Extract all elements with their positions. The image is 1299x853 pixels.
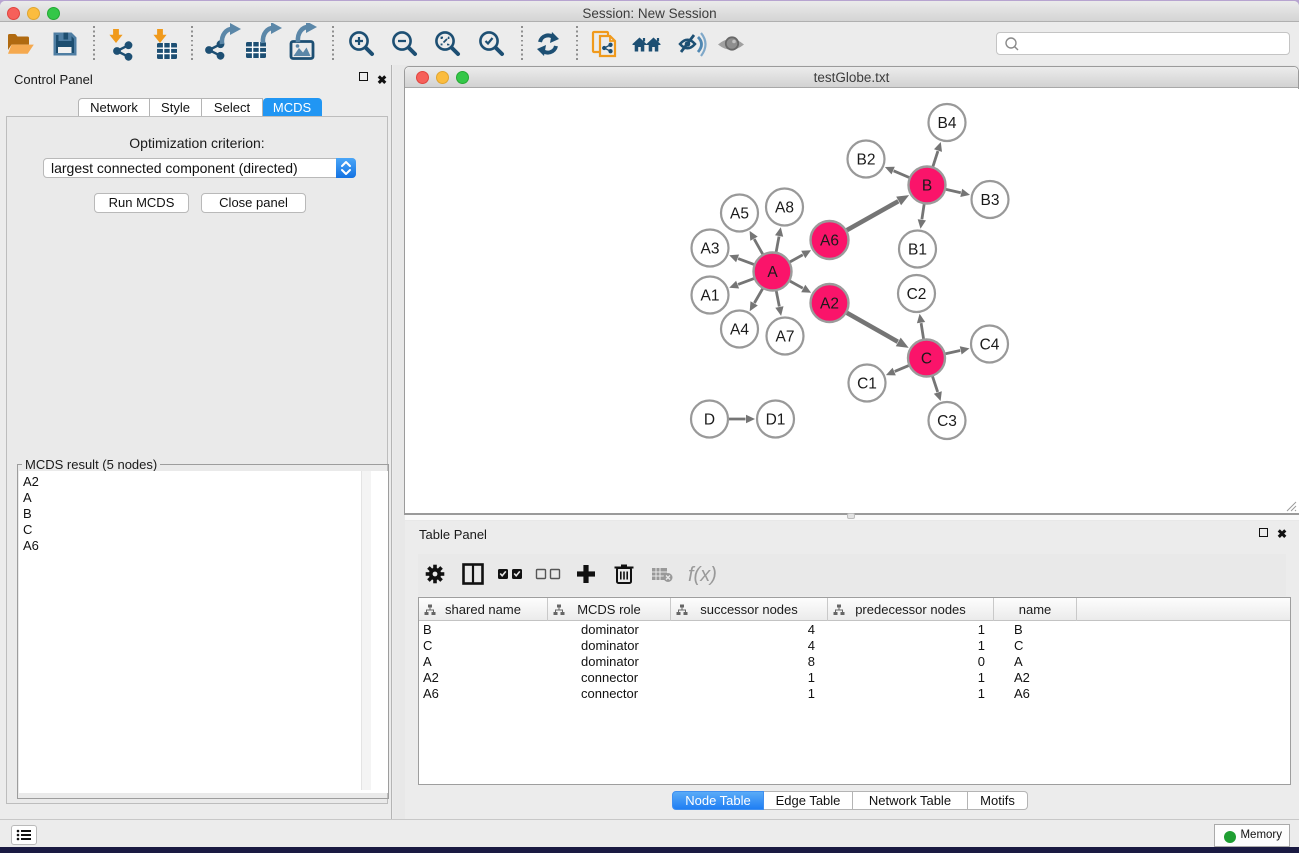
svg-text:A4: A4 [730, 322, 749, 339]
svg-text:A7: A7 [776, 329, 795, 346]
svg-text:A: A [767, 264, 778, 281]
svg-text:C1: C1 [857, 376, 877, 393]
svg-text:C4: C4 [980, 337, 1000, 354]
svg-text:D1: D1 [766, 412, 786, 429]
svg-text:C2: C2 [907, 286, 927, 303]
svg-text:A6: A6 [820, 233, 839, 250]
svg-text:A8: A8 [775, 200, 794, 217]
svg-text:B: B [922, 178, 932, 195]
svg-text:A1: A1 [701, 288, 720, 305]
svg-text:B2: B2 [857, 152, 876, 169]
svg-text:A5: A5 [730, 206, 749, 223]
svg-text:B4: B4 [938, 115, 957, 132]
svg-text:A2: A2 [820, 296, 839, 313]
svg-text:B3: B3 [981, 192, 1000, 209]
svg-text:C: C [921, 351, 932, 368]
svg-text:f(x): f(x) [688, 564, 717, 586]
svg-text:D: D [704, 412, 715, 429]
svg-text:C3: C3 [937, 413, 957, 430]
svg-text:B1: B1 [908, 242, 927, 259]
svg-text:A3: A3 [701, 241, 720, 258]
